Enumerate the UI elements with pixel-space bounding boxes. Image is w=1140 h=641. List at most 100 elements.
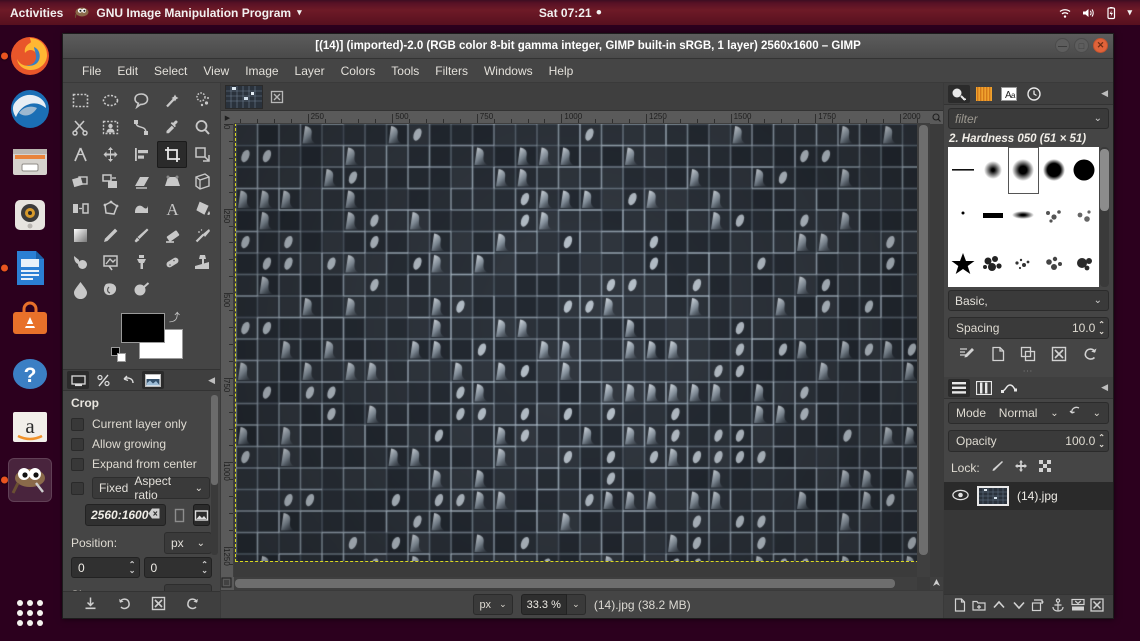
- image-canvas[interactable]: [234, 124, 930, 577]
- new-layer-icon[interactable]: [953, 598, 967, 615]
- zoom-tool[interactable]: [187, 114, 218, 141]
- swap-colors-icon[interactable]: ⤴: [169, 309, 180, 325]
- color-picker-tool[interactable]: [157, 114, 188, 141]
- dock-item-amazon[interactable]: a: [0, 400, 60, 453]
- menu-tools[interactable]: Tools: [384, 61, 426, 81]
- ink-tool[interactable]: [65, 249, 96, 276]
- vertical-scrollbar[interactable]: [917, 124, 930, 577]
- pencil-tool[interactable]: [96, 222, 127, 249]
- dock-item-help[interactable]: ?: [0, 347, 60, 400]
- perspective-clone-tool[interactable]: [187, 249, 218, 276]
- clock[interactable]: Sat 07:21 ⏺: [539, 6, 601, 20]
- crop-tool[interactable]: [156, 141, 188, 168]
- free-select-tool[interactable]: [126, 87, 157, 114]
- smudge-tool[interactable]: [96, 276, 127, 303]
- option-allow-growing[interactable]: Allow growing: [63, 434, 220, 454]
- duplicate-brush-icon[interactable]: [1020, 346, 1036, 365]
- dock-item-ubuntu-software[interactable]: [0, 294, 60, 347]
- measure-tool[interactable]: [65, 141, 96, 168]
- blur-sharpen-tool[interactable]: [65, 276, 96, 303]
- lower-layer-icon[interactable]: [1012, 598, 1026, 615]
- checkbox[interactable]: [71, 457, 84, 471]
- delete-layer-icon[interactable]: [1090, 598, 1104, 615]
- layer-visibility-icon[interactable]: [952, 489, 969, 504]
- collapse-dock-icon[interactable]: ◀: [1101, 382, 1108, 393]
- brush-grid[interactable]: [948, 147, 1099, 287]
- lock-position-icon[interactable]: [1014, 459, 1028, 476]
- canvas-viewport[interactable]: 0250500750100012501500175020002250 02505…: [221, 111, 943, 590]
- merge-down-icon[interactable]: [1070, 598, 1085, 615]
- checkbox[interactable]: [71, 481, 84, 495]
- layer-mode-combo[interactable]: Mode Normal ⌄ ⌄: [948, 402, 1109, 424]
- paths-tool[interactable]: [126, 114, 157, 141]
- brush-item[interactable]: [1008, 147, 1038, 194]
- checkbox[interactable]: [71, 417, 84, 431]
- delete-brush-icon[interactable]: [1051, 346, 1067, 365]
- rect-select-tool[interactable]: [65, 87, 96, 114]
- 3d-transform-tool[interactable]: [187, 168, 218, 195]
- checkbox[interactable]: [71, 437, 84, 451]
- mypaint-brush-tool[interactable]: [96, 249, 127, 276]
- zoom-control[interactable]: 33.3 % ⌄: [520, 594, 586, 615]
- transform-tool[interactable]: [187, 141, 218, 168]
- select-by-color-tool[interactable]: [187, 87, 218, 114]
- chevron-down-icon[interactable]: ⌄: [566, 594, 586, 615]
- restore-tool-options-icon[interactable]: [117, 596, 132, 614]
- menu-edit[interactable]: Edit: [110, 61, 145, 81]
- quick-mask-icon[interactable]: [221, 577, 234, 590]
- flip-tool[interactable]: [65, 195, 96, 222]
- dock-item-files[interactable]: [0, 135, 60, 188]
- option-expand-from-center[interactable]: Expand from center: [63, 454, 220, 474]
- edit-brush-icon[interactable]: [959, 346, 975, 365]
- heal-tool[interactable]: [157, 249, 188, 276]
- new-layer-group-icon[interactable]: [972, 598, 987, 615]
- system-indicators[interactable]: ▾: [1058, 6, 1132, 20]
- scissors-select-tool[interactable]: [65, 114, 96, 141]
- close-icon[interactable]: [269, 89, 285, 105]
- brush-item[interactable]: [978, 240, 1008, 287]
- position-y-input[interactable]: 0 ⌃ ⌄: [143, 557, 212, 578]
- brush-item[interactable]: [978, 147, 1008, 194]
- menu-layer[interactable]: Layer: [288, 61, 332, 81]
- brush-item[interactable]: [948, 240, 978, 287]
- brush-item[interactable]: [1008, 240, 1038, 287]
- eraser-tool[interactable]: [157, 222, 188, 249]
- dock-separator-handle[interactable]: ⋯: [944, 367, 1113, 377]
- refresh-brushes-icon[interactable]: [1082, 346, 1098, 365]
- gradient-tool[interactable]: [65, 222, 96, 249]
- menu-filters[interactable]: Filters: [428, 61, 475, 81]
- layers-tab-icon[interactable]: [948, 378, 970, 397]
- shear-tool[interactable]: [126, 168, 157, 195]
- stepper-icon[interactable]: ⌃ ⌄: [201, 560, 208, 574]
- stepper-icon[interactable]: ⌃ ⌄: [1098, 434, 1105, 449]
- horizontal-ruler[interactable]: 0250500750100012501500175020002250: [221, 111, 943, 124]
- stepper-icon[interactable]: ⌃ ⌄: [1098, 321, 1105, 336]
- brush-item[interactable]: [1069, 147, 1099, 194]
- brush-item[interactable]: [1069, 240, 1099, 287]
- position-unit-combo[interactable]: px ⌄: [164, 532, 212, 554]
- chevron-down-icon[interactable]: ▾: [1127, 7, 1132, 18]
- show-applications-button[interactable]: [0, 589, 60, 637]
- brush-item[interactable]: [1039, 194, 1069, 241]
- brushes-tab-icon[interactable]: [948, 84, 970, 103]
- portrait-orientation-icon[interactable]: [171, 504, 188, 526]
- foreground-select-tool[interactable]: [96, 114, 127, 141]
- option-current-layer-only[interactable]: Current layer only: [63, 414, 220, 434]
- brush-item[interactable]: [1039, 147, 1069, 194]
- alignment-tool[interactable]: [126, 141, 157, 168]
- lock-pixels-icon[interactable]: [990, 459, 1004, 476]
- dock-item-thunderbird[interactable]: [0, 82, 60, 135]
- dock-item-firefox[interactable]: [0, 29, 60, 82]
- brush-item[interactable]: [948, 147, 978, 194]
- brush-item[interactable]: [978, 194, 1008, 241]
- image-thumb-icon[interactable]: [142, 371, 164, 389]
- fonts-tab-icon[interactable]: Aa: [998, 85, 1020, 103]
- dock-item-libreoffice-writer[interactable]: [0, 241, 60, 294]
- clone-tool[interactable]: [126, 249, 157, 276]
- position-x-input[interactable]: 0 ⌃ ⌄: [71, 557, 140, 578]
- lock-alpha-icon[interactable]: [1038, 459, 1052, 476]
- document-history-tab-icon[interactable]: [1023, 85, 1045, 103]
- layer-row[interactable]: (14).jpg: [944, 482, 1113, 510]
- brush-item[interactable]: [948, 194, 978, 241]
- navigation-icon[interactable]: [930, 577, 943, 590]
